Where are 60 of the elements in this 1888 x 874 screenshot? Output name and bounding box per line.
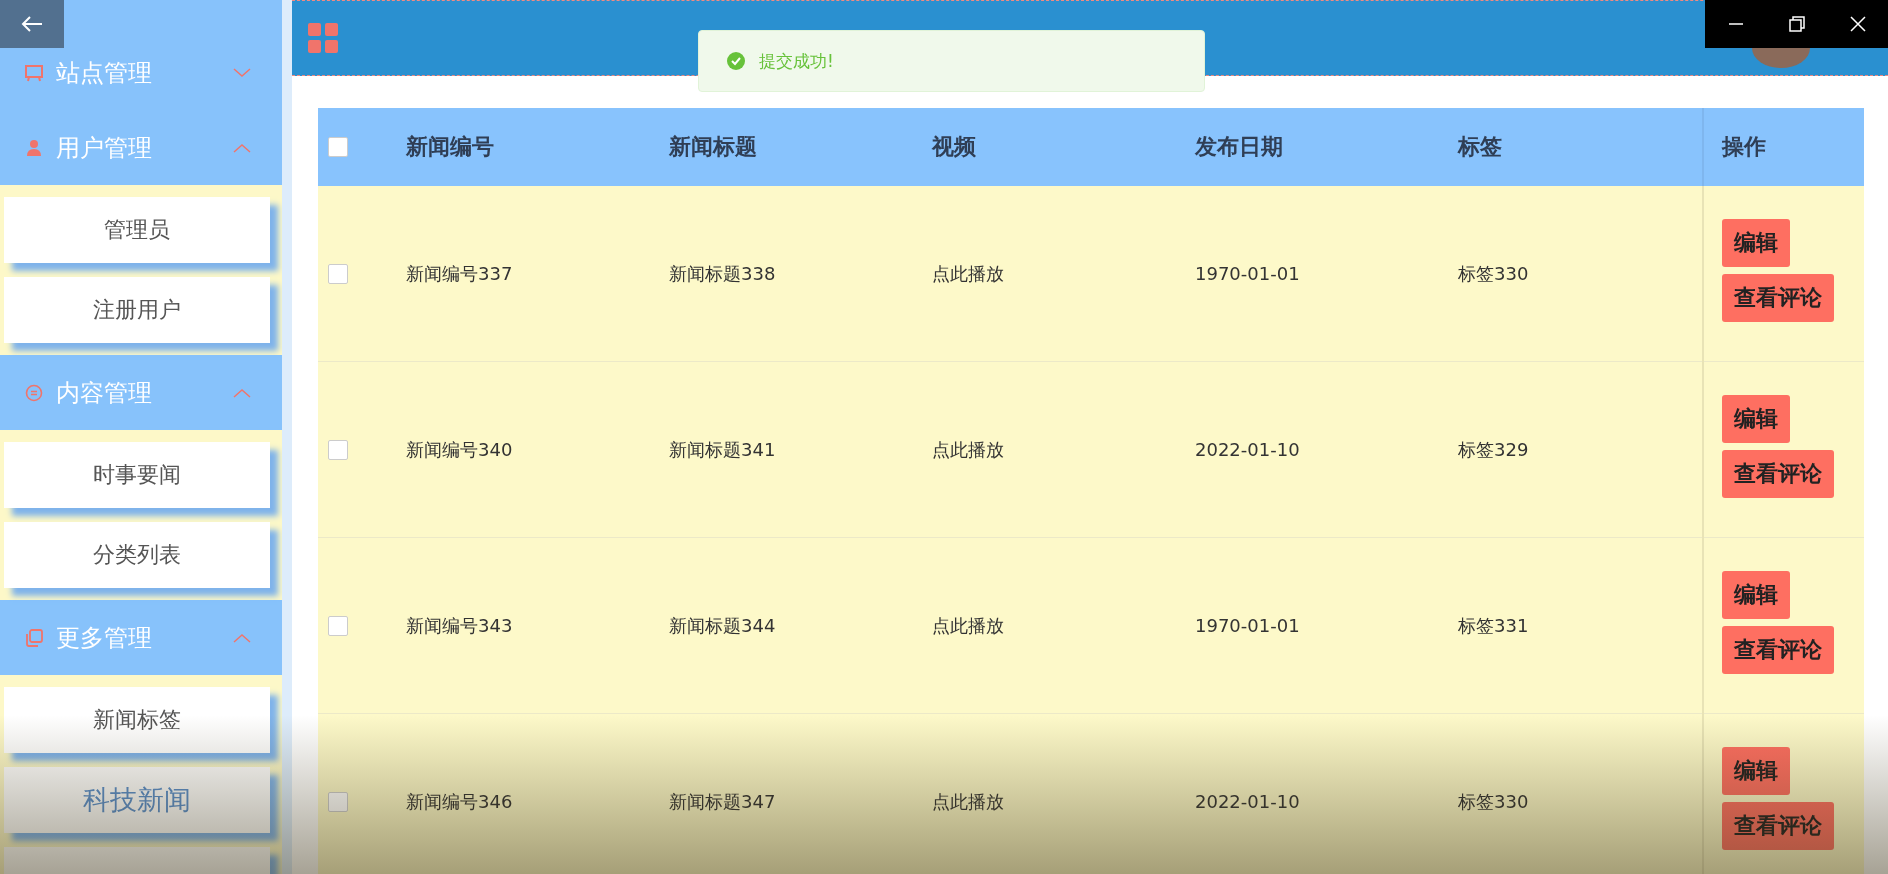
- table-cell: 新闻编号340: [406, 438, 513, 460]
- edit-button[interactable]: 编辑: [1722, 218, 1790, 267]
- edit-button[interactable]: 编辑: [1722, 394, 1790, 443]
- table-cell: 点此播放: [932, 614, 1004, 636]
- table-cell: 新闻标题341: [669, 438, 776, 460]
- table-cell: 1970-01-01: [1195, 615, 1300, 636]
- view-comments-button[interactable]: 查看评论: [1722, 625, 1834, 674]
- menu-item[interactable]: 时事要闻: [4, 442, 270, 508]
- restore-icon[interactable]: [1786, 14, 1807, 34]
- view-comments-button[interactable]: 查看评论: [1722, 449, 1834, 498]
- toast-message: 提交成功!: [759, 49, 834, 73]
- menu-item[interactable]: 科技新闻: [4, 767, 270, 833]
- menu-item[interactable]: 管理员: [4, 197, 270, 263]
- table-cell: 新闻标题338: [669, 262, 776, 284]
- table-cell: 新闻编号346: [406, 790, 513, 812]
- check-circle-icon: [727, 52, 745, 70]
- table-cell: 新闻标题347: [669, 790, 776, 812]
- menu-group-label: 内容管理: [56, 377, 153, 409]
- menu-group-label: 用户管理: [56, 132, 153, 164]
- row-checkbox[interactable]: [328, 439, 348, 460]
- column-header: 新闻编号: [406, 134, 494, 159]
- column-header: 视频: [932, 134, 976, 159]
- column-header: 发布日期: [1195, 134, 1283, 159]
- view-comments-button[interactable]: 查看评论: [1722, 801, 1834, 850]
- copy-icon: [24, 627, 44, 648]
- row-checkbox[interactable]: [328, 263, 348, 284]
- row-checkbox[interactable]: [328, 791, 348, 812]
- column-header: 标签: [1458, 134, 1502, 159]
- table-cell: 标签330: [1458, 790, 1529, 812]
- select-all-checkbox[interactable]: [328, 137, 348, 157]
- grid-icon[interactable]: [308, 23, 338, 53]
- menu-item[interactable]: 新闻标签: [4, 687, 270, 753]
- column-header: 新闻标题: [669, 134, 757, 159]
- table-cell: 标签330: [1458, 262, 1529, 284]
- table-cell: 1970-01-01: [1195, 263, 1300, 284]
- table-cell: 2022-01-10: [1195, 439, 1300, 460]
- table-cell: 2022-01-10: [1195, 791, 1300, 812]
- close-icon[interactable]: [1847, 14, 1868, 34]
- table-cell: 新闻编号343: [406, 614, 513, 636]
- back-button[interactable]: [0, 0, 64, 48]
- column-header: 操作: [1722, 134, 1766, 159]
- edit-button[interactable]: 编辑: [1722, 746, 1790, 795]
- table-cell: 点此播放: [932, 262, 1004, 284]
- table-cell: 新闻编号337: [406, 262, 513, 284]
- row-checkbox[interactable]: [328, 615, 348, 636]
- table-cell: 点此播放: [932, 790, 1004, 812]
- chat-icon: [24, 382, 44, 403]
- arrow-left-icon: [21, 15, 43, 33]
- table-cell: 标签329: [1458, 438, 1529, 460]
- user-icon: [24, 137, 44, 158]
- menu-group-label: 站点管理: [56, 57, 153, 89]
- easel-icon: [24, 62, 44, 83]
- table-cell: 新闻标题344: [669, 614, 776, 636]
- table-cell: 点此播放: [932, 438, 1004, 460]
- view-comments-button[interactable]: 查看评论: [1722, 273, 1834, 322]
- menu-group-label: 更多管理: [56, 622, 153, 654]
- menu-item[interactable]: 注册用户: [4, 277, 270, 343]
- edit-button[interactable]: 编辑: [1722, 570, 1790, 619]
- table-cell: 标签331: [1458, 614, 1529, 636]
- menu-item[interactable]: 分类列表: [4, 522, 270, 588]
